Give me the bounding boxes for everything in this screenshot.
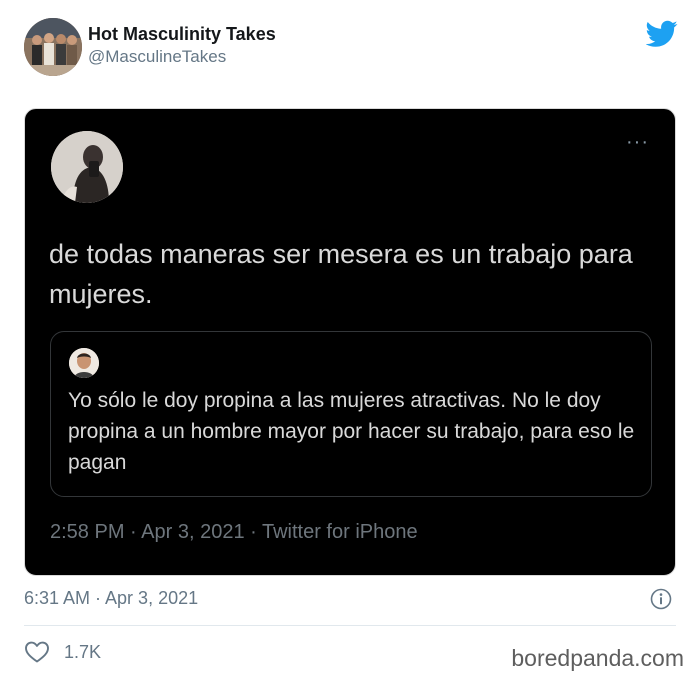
screenshot-timestamp: 2:58 PM · Apr 3, 2021 · Twitter for iPho… xyxy=(50,521,418,543)
more-options-icon: ··· xyxy=(626,131,649,153)
screenshot-avatar xyxy=(51,131,123,203)
quoted-tweet-text: Yo sólo le doy propina a las mujeres atr… xyxy=(68,389,635,474)
quoted-tweet: Yo sólo le doy propina a las mujeres atr… xyxy=(50,331,652,497)
screenshot-tweet-text: de todas maneras ser mesera es un trabaj… xyxy=(49,239,633,309)
like-action[interactable]: 1.7K xyxy=(24,640,101,664)
author-avatar[interactable] xyxy=(24,18,82,76)
tweet-screenshot: ··· de todas maneras ser mesera es un tr… xyxy=(24,108,676,576)
author-name[interactable]: Hot Masculinity Takes xyxy=(88,24,276,45)
tweet-header: Hot Masculinity Takes @MasculineTakes xyxy=(24,18,684,78)
tweet-timestamp[interactable]: 6:31 AM · Apr 3, 2021 xyxy=(24,588,198,609)
info-icon[interactable] xyxy=(650,588,672,610)
source-watermark: boredpanda.com xyxy=(511,645,684,671)
quoted-avatar xyxy=(69,348,99,378)
divider xyxy=(24,625,676,626)
author-handle[interactable]: @MasculineTakes xyxy=(88,47,226,67)
heart-icon[interactable] xyxy=(24,640,50,664)
twitter-bird-icon[interactable] xyxy=(646,20,678,48)
like-count: 1.7K xyxy=(64,641,102,662)
